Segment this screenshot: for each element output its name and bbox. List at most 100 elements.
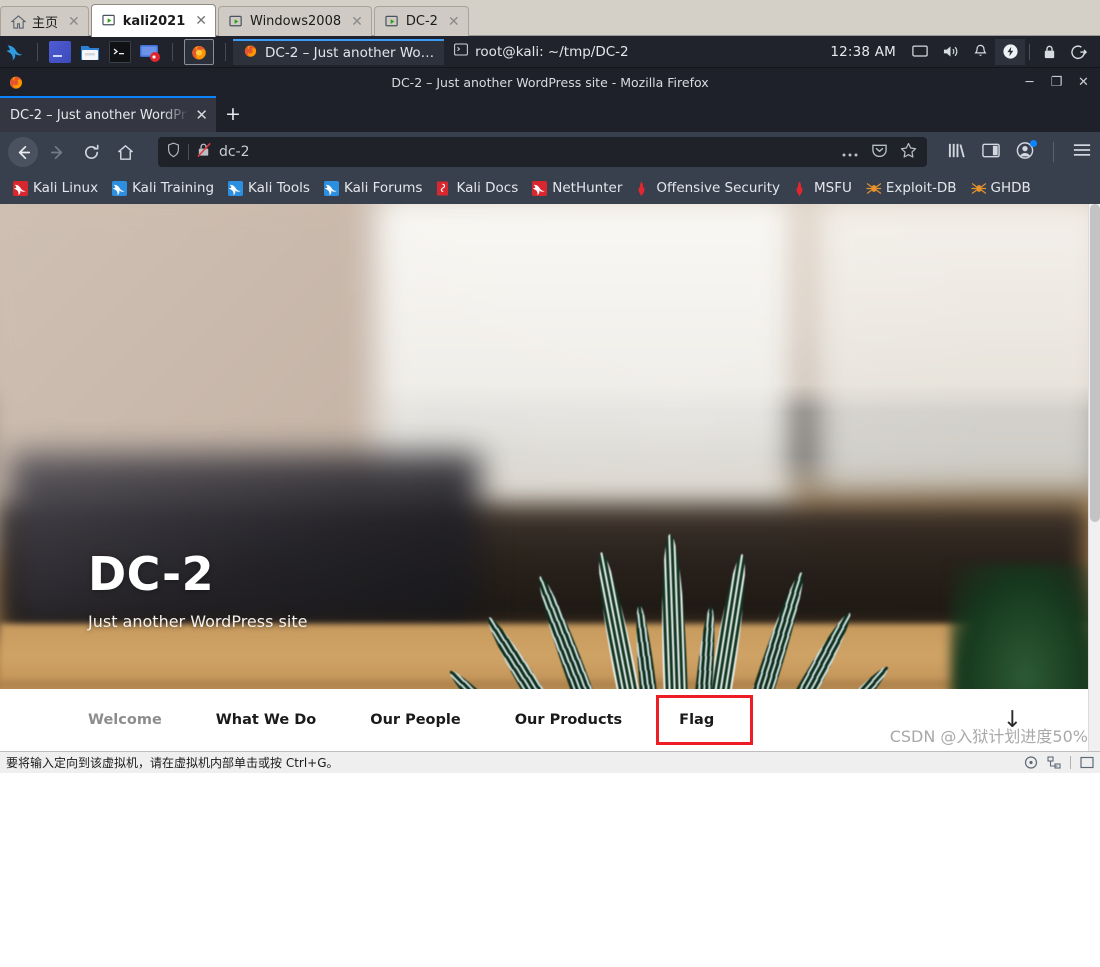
system-tray: 12:38 AM — [821, 38, 1100, 65]
terminal-icon — [454, 43, 469, 60]
terminal-icon[interactable] — [109, 40, 131, 63]
firefox-titlebar: DC-2 – Just another WordPress site - Moz… — [0, 68, 1100, 96]
firefox-navigation-toolbar: dc-2 — [0, 132, 1100, 172]
taskbar-window-firefox[interactable]: DC-2 – Just another Wo… — [233, 38, 445, 65]
screen-recorder-icon[interactable] — [139, 41, 161, 63]
toolbar-divider — [1053, 142, 1054, 162]
vmware-tab-home[interactable]: 主页 ✕ — [0, 6, 89, 36]
hamburger-menu-icon[interactable] — [1072, 141, 1092, 163]
kali-dragon-blue-icon — [112, 180, 128, 196]
scrollbar-thumb[interactable] — [1090, 204, 1100, 522]
taskbar-window-label: root@kali: ~/tmp/DC-2 — [475, 43, 629, 60]
vmware-tab-dc-2[interactable]: DC-2 ✕ — [373, 6, 469, 36]
vmware-tab-label: Windows2008 — [250, 14, 342, 29]
maximize-button[interactable]: ❐ — [1050, 76, 1063, 89]
exploitdb-spider-icon — [970, 181, 986, 196]
bookmark-exploit-db[interactable]: Exploit-DB — [859, 176, 964, 200]
nav-item-our-people[interactable]: Our People — [370, 712, 460, 728]
vmware-status-icons — [1024, 756, 1094, 769]
firefox-toolbar-right — [941, 139, 1092, 164]
taskbar-divider — [225, 42, 226, 61]
url-text[interactable]: dc-2 — [219, 144, 834, 160]
lock-icon[interactable] — [1034, 39, 1064, 65]
bookmark-msfu[interactable]: MSFU — [787, 176, 859, 200]
bookmark-offensive-security[interactable]: Offensive Security — [629, 176, 787, 200]
close-icon[interactable]: ✕ — [351, 15, 363, 29]
web-page-content: DC-2 Just another WordPress site Welcome… — [0, 204, 1100, 751]
offsec-dragon-icon — [794, 181, 809, 196]
browser-tab-dc-2[interactable]: DC-2 – Just another WordPr ✕ — [0, 96, 216, 132]
close-icon[interactable]: ✕ — [195, 14, 207, 28]
new-tab-button[interactable]: + — [216, 96, 250, 132]
app-window-icon[interactable] — [49, 40, 71, 63]
site-tagline: Just another WordPress site — [88, 612, 308, 631]
window-controls: ─ ❐ ✕ — [1023, 76, 1100, 89]
firefox-window-title: DC-2 – Just another WordPress site - Moz… — [391, 74, 709, 90]
bookmark-label: MSFU — [814, 180, 852, 196]
kali-dragon-red-icon — [532, 180, 548, 196]
close-icon[interactable]: ✕ — [448, 15, 460, 29]
sidebar-icon[interactable] — [981, 141, 1001, 164]
taskbar-clock[interactable]: 12:38 AM — [821, 44, 905, 60]
file-manager-icon[interactable] — [79, 41, 101, 63]
account-notification-dot — [1030, 139, 1037, 147]
bookmark-kali-linux[interactable]: Kali Linux — [6, 176, 105, 200]
close-icon[interactable]: ✕ — [195, 107, 208, 123]
vmware-tab-label: 主页 — [32, 16, 59, 31]
kali-dragon-icon[interactable] — [0, 42, 30, 62]
minimize-button[interactable]: ─ — [1023, 76, 1036, 89]
reload-icon[interactable] — [76, 137, 106, 167]
exploitdb-spider-icon — [866, 181, 882, 196]
vmware-statusbar: 要将输入定向到该虚拟机，请在虚拟机内部单击或按 Ctrl+G。 — [0, 751, 1100, 773]
star-icon[interactable] — [900, 142, 917, 163]
bookmark-kali-tools[interactable]: Kali Tools — [221, 176, 317, 200]
bookmark-kali-docs[interactable]: Kali Docs — [429, 176, 525, 200]
urlbar-actions — [841, 142, 919, 163]
page-scrollbar[interactable] — [1088, 204, 1100, 751]
bookmark-ghdb[interactable]: GHDB — [964, 176, 1038, 200]
power-icon[interactable] — [995, 38, 1025, 65]
forward-icon[interactable] — [42, 137, 72, 167]
nav-item-our-products[interactable]: Our Products — [515, 712, 622, 728]
bookmark-nethunter[interactable]: NetHunter — [525, 176, 629, 200]
bookmark-label: Kali Docs — [456, 180, 519, 196]
bookmark-kali-forums[interactable]: Kali Forums — [317, 176, 430, 200]
library-icon[interactable] — [947, 141, 967, 164]
tracking-protection-shield-icon[interactable] — [166, 142, 181, 162]
pocket-icon[interactable] — [871, 142, 888, 162]
taskbar-window-terminal[interactable]: root@kali: ~/tmp/DC-2 — [444, 39, 638, 65]
bookmark-label: Kali Forums — [343, 180, 423, 196]
bookmark-kali-training[interactable]: Kali Training — [105, 176, 221, 200]
nav-item-welcome[interactable]: Welcome — [88, 712, 162, 728]
urlbar-divider — [188, 144, 189, 160]
display-icon[interactable] — [905, 39, 935, 65]
hero-background-window-right — [810, 204, 1088, 494]
fullscreen-icon[interactable] — [1080, 756, 1094, 769]
close-button[interactable]: ✕ — [1077, 76, 1090, 89]
bookmark-label: Kali Training — [132, 180, 215, 196]
bookmark-label: GHDB — [990, 180, 1031, 196]
vm-monitor-icon — [385, 15, 400, 29]
firefox-tabstrip: DC-2 – Just another WordPr ✕ + — [0, 96, 1100, 132]
home-icon[interactable] — [110, 137, 140, 167]
taskbar-window-label: DC-2 – Just another Wo… — [265, 44, 435, 61]
logout-icon[interactable] — [1064, 39, 1094, 65]
ellipsis-icon[interactable] — [841, 143, 859, 162]
bookmark-label: Kali Linux — [33, 180, 99, 196]
vmware-tab-kali2021[interactable]: kali2021 ✕ — [90, 4, 216, 37]
nav-item-what-we-do[interactable]: What We Do — [216, 712, 316, 728]
vmware-tab-windows2008[interactable]: Windows2008 ✕ — [218, 6, 372, 36]
hero-text-block: DC-2 Just another WordPress site — [88, 547, 307, 631]
insecure-connection-icon[interactable] — [196, 142, 212, 162]
notification-bell-icon[interactable] — [965, 39, 995, 65]
firefox-icon[interactable] — [184, 38, 214, 65]
url-bar[interactable]: dc-2 — [158, 137, 927, 167]
disk-activity-icon[interactable] — [1024, 756, 1038, 769]
close-icon[interactable]: ✕ — [68, 15, 80, 29]
bookmark-label: Kali Tools — [248, 180, 310, 196]
back-icon[interactable] — [8, 137, 38, 167]
network-adapter-icon[interactable] — [1047, 756, 1061, 769]
nav-item-flag[interactable]: Flag — [656, 695, 754, 745]
volume-icon[interactable] — [935, 39, 965, 65]
account-icon[interactable] — [1015, 139, 1037, 164]
